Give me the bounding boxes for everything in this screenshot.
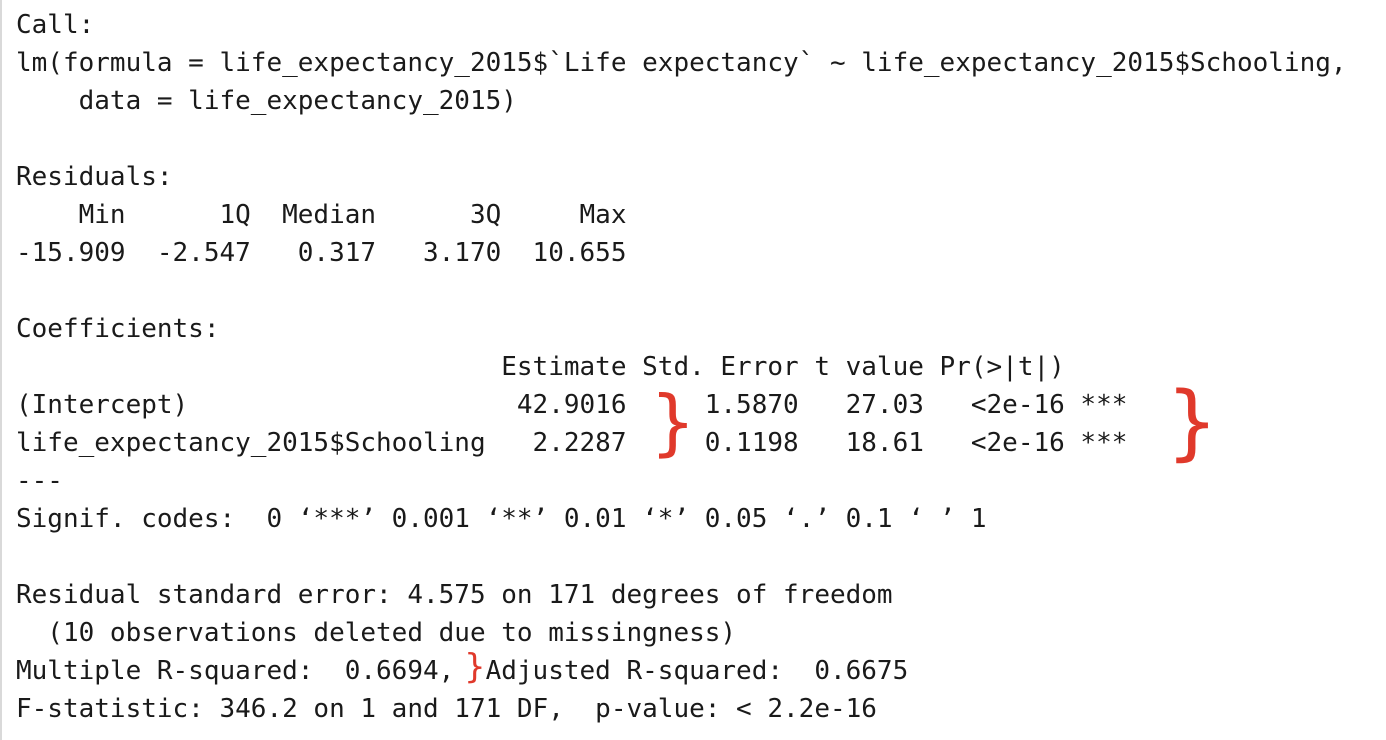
- estimate-brace-annotation: }: [650, 380, 696, 464]
- residuals-heading: Residuals:: [16, 162, 173, 192]
- separator-line: ---: [16, 466, 63, 496]
- call-data-line: data = life_expectancy_2015): [16, 86, 517, 116]
- call-heading: Call:: [16, 10, 95, 40]
- call-formula-line: lm(formula = life_expectancy_2015$`Life …: [16, 48, 1347, 78]
- coefficients-heading: Coefficients:: [16, 314, 220, 344]
- coefficients-header-row: Estimate Std. Error t value Pr(>|t|): [16, 352, 1128, 382]
- residuals-values-row: -15.909 -2.547 0.317 3.170 10.655: [16, 238, 643, 268]
- f-statistic-line: F-statistic: 346.2 on 1 and 171 DF, p-va…: [16, 694, 877, 724]
- r-squared-brace-annotation: }: [464, 647, 486, 687]
- r-console-output: Call: lm(formula = life_expectancy_2015$…: [0, 0, 1386, 740]
- residual-std-error-line: Residual standard error: 4.575 on 171 de…: [16, 580, 893, 610]
- signif-codes-line: Signif. codes: 0 ‘***’ 0.001 ‘**’ 0.01 ‘…: [16, 504, 987, 534]
- significance-brace-annotation: }: [1166, 375, 1219, 470]
- coefficient-row-intercept: (Intercept) 42.9016 1.5870 27.03 <2e-16 …: [16, 390, 1128, 420]
- coefficient-row-schooling: life_expectancy_2015$Schooling 2.2287 0.…: [16, 428, 1128, 458]
- missingness-note-line: (10 observations deleted due to missingn…: [16, 618, 737, 648]
- residuals-header-row: Min 1Q Median 3Q Max: [16, 200, 643, 230]
